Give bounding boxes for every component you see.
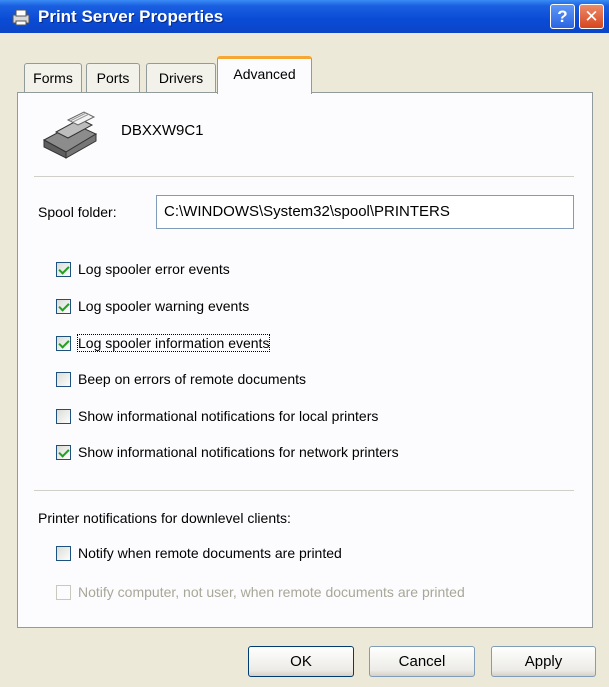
divider bbox=[34, 176, 574, 177]
log-information-events-checkbox[interactable] bbox=[56, 335, 71, 351]
tab-drivers[interactable]: Drivers bbox=[146, 63, 216, 93]
log-warning-events-option[interactable]: Log spooler warning events bbox=[56, 295, 249, 317]
spool-folder-input[interactable]: C:\WINDOWS\System32\spool\PRINTERS bbox=[156, 195, 574, 229]
log-warning-events-label: Log spooler warning events bbox=[78, 298, 250, 314]
beep-on-errors-option[interactable]: Beep on errors of remote documents bbox=[56, 368, 306, 390]
printer-server-icon bbox=[12, 9, 30, 26]
notify-local-printers-option[interactable]: Show informational notifications for loc… bbox=[56, 405, 378, 427]
ok-button[interactable]: OK bbox=[248, 646, 354, 677]
notify-computer-option: Notify computer, not user, when remote d… bbox=[56, 581, 465, 603]
divider bbox=[34, 490, 574, 491]
log-error-events-checkbox[interactable] bbox=[56, 261, 71, 277]
notify-computer-label: Notify computer, not user, when remote d… bbox=[78, 584, 465, 600]
server-name: DBXXW9C1 bbox=[121, 122, 204, 139]
window-title: Print Server Properties bbox=[38, 7, 224, 26]
notify-local-printers-checkbox[interactable] bbox=[56, 408, 71, 424]
tab-forms[interactable]: Forms bbox=[24, 63, 82, 93]
log-information-events-label: Log spooler information events bbox=[76, 334, 271, 352]
log-error-events-option[interactable]: Log spooler error events bbox=[56, 258, 230, 280]
beep-on-errors-label: Beep on errors of remote documents bbox=[78, 371, 307, 387]
print-server-icon bbox=[42, 111, 98, 159]
notify-remote-printed-option[interactable]: Notify when remote documents are printed bbox=[56, 542, 342, 564]
title-bar[interactable]: Print Server Properties ? ✕ bbox=[0, 0, 609, 33]
notify-network-printers-checkbox[interactable] bbox=[56, 444, 71, 460]
notify-local-printers-label: Show informational notifications for loc… bbox=[78, 408, 379, 424]
spool-folder-label: Spool folder: bbox=[38, 204, 117, 220]
downlevel-clients-label: Printer notifications for downlevel clie… bbox=[38, 510, 291, 526]
close-button[interactable]: ✕ bbox=[579, 4, 604, 29]
tab-ports[interactable]: Ports bbox=[86, 63, 140, 93]
cancel-button[interactable]: Cancel bbox=[369, 646, 475, 677]
tab-advanced[interactable]: Advanced bbox=[217, 56, 312, 94]
notify-network-printers-label: Show informational notifications for net… bbox=[78, 444, 399, 460]
log-warning-events-checkbox[interactable] bbox=[56, 298, 71, 314]
notify-network-printers-option[interactable]: Show informational notifications for net… bbox=[56, 441, 399, 463]
notify-computer-checkbox bbox=[56, 584, 71, 600]
help-button[interactable]: ? bbox=[550, 4, 575, 29]
print-server-properties-window: Print Server Properties ? ✕ Forms Ports … bbox=[0, 0, 609, 687]
log-error-events-label: Log spooler error events bbox=[78, 261, 230, 277]
log-information-events-option[interactable]: Log spooler information events bbox=[56, 332, 271, 354]
apply-button[interactable]: Apply bbox=[491, 646, 596, 677]
beep-on-errors-checkbox[interactable] bbox=[56, 371, 71, 387]
notify-remote-printed-label: Notify when remote documents are printed bbox=[78, 545, 342, 561]
notify-remote-printed-checkbox[interactable] bbox=[56, 545, 71, 561]
